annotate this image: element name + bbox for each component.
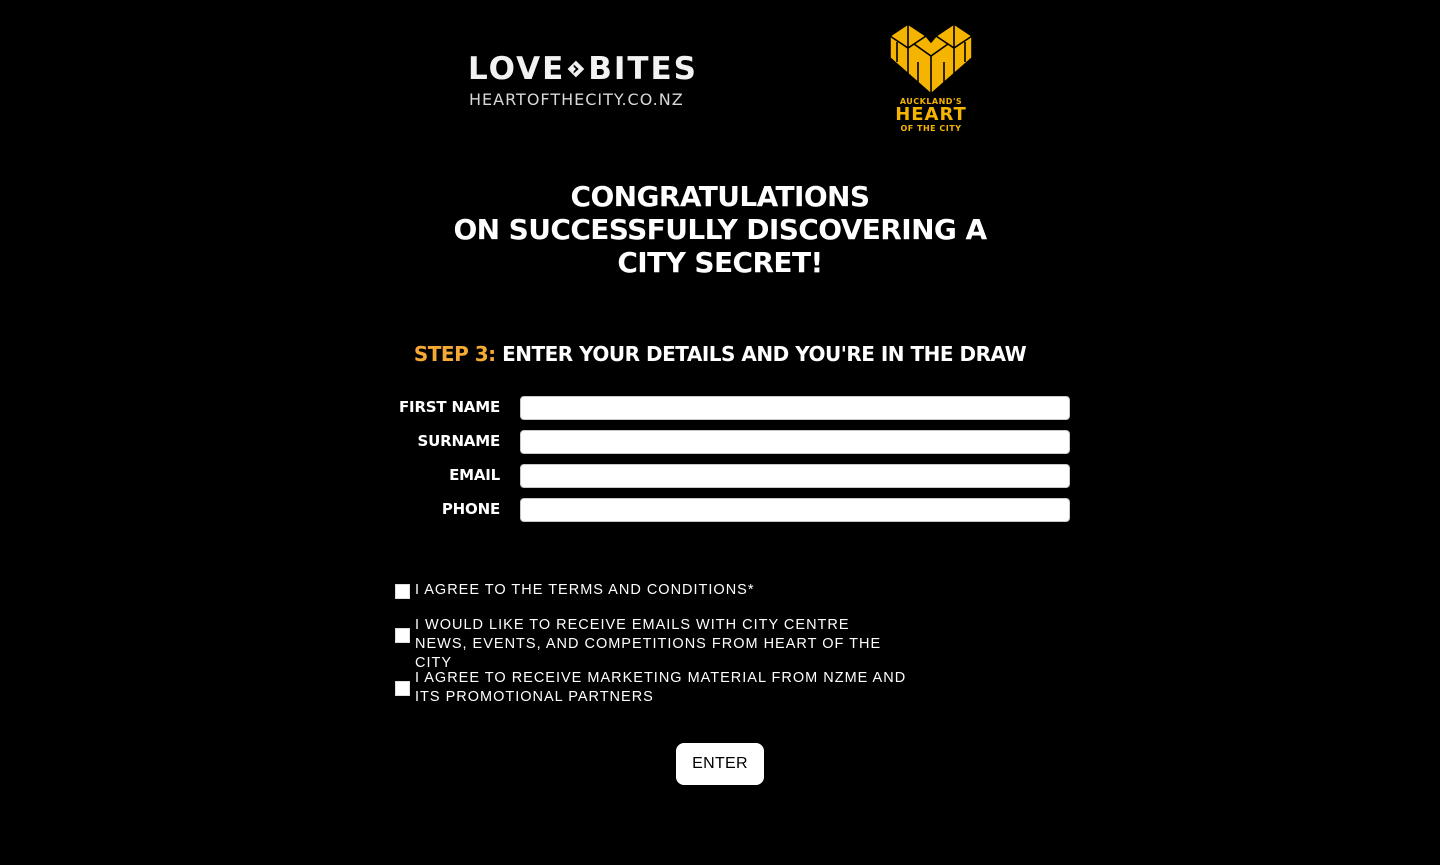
marketing-checkbox-label: I AGREE TO RECEIVE MARKETING MATERIAL FR… — [415, 670, 907, 705]
marketing-checkbox[interactable] — [395, 681, 410, 696]
emails-checkbox[interactable] — [395, 628, 410, 643]
surname-row: SURNAME — [370, 430, 1070, 454]
emails-checkbox-row: I WOULD LIKE TO RECEIVE EMAILS WITH CITY… — [395, 616, 955, 671]
email-label: EMAIL — [449, 466, 500, 484]
terms-checkbox-row: I AGREE TO THE TERMS AND CONDITIONS* — [395, 581, 955, 603]
first-name-row: FIRST NAME — [370, 396, 1070, 420]
surname-label: SURNAME — [417, 432, 501, 450]
phone-label: PHONE — [441, 500, 500, 518]
emails-checkbox-label: I WOULD LIKE TO RECEIVE EMAILS WITH CITY… — [415, 617, 882, 671]
email-input[interactable] — [520, 464, 1070, 488]
heart-of-the-city-logo: AUCKLAND'S HEART OF THE CITY — [886, 22, 976, 138]
phone-input[interactable] — [520, 498, 1070, 522]
step-heading: STEP 3: ENTER YOUR DETAILS AND YOU'RE IN… — [370, 342, 1070, 366]
lovebites-word-bites: BITES — [588, 51, 698, 87]
hotc-line-heart: HEART — [895, 104, 967, 125]
first-name-input[interactable] — [520, 396, 1070, 420]
surname-input[interactable] — [520, 430, 1070, 454]
step-number: STEP 3: — [413, 342, 496, 366]
terms-checkbox[interactable] — [395, 584, 410, 599]
step-text: ENTER YOUR DETAILS AND YOU'RE IN THE DRA… — [502, 342, 1027, 366]
phone-row: PHONE — [370, 498, 1070, 522]
terms-checkbox-label: I AGREE TO THE TERMS AND CONDITIONS* — [415, 582, 755, 598]
lovebites-logo: LOVE BITES HEARTOFTHECITY.CO.NZ — [468, 50, 698, 112]
lovebites-url: HEARTOFTHECITY.CO.NZ — [469, 90, 684, 109]
first-name-label: FIRST NAME — [399, 398, 500, 416]
headline-line-1: CONGRATULATIONS — [570, 180, 871, 213]
lovebites-wordmark: LOVE BITES — [468, 50, 698, 88]
page-headline: CONGRATULATIONS ON SUCCESSFULLY DISCOVER… — [370, 180, 1070, 279]
headline-line-2: ON SUCCESSFULLY DISCOVERING A — [453, 213, 987, 246]
buildings-heart-icon — [889, 23, 973, 96]
arrow-chevron-icon — [567, 60, 585, 78]
lovebites-word-love: LOVE — [468, 51, 566, 87]
email-row: EMAIL — [370, 464, 1070, 488]
hotc-line-of-the-city: OF THE CITY — [900, 124, 962, 133]
headline-line-3: CITY SECRET! — [617, 246, 823, 279]
enter-button[interactable]: ENTER — [676, 743, 764, 785]
marketing-checkbox-row: I AGREE TO RECEIVE MARKETING MATERIAL FR… — [395, 669, 955, 709]
